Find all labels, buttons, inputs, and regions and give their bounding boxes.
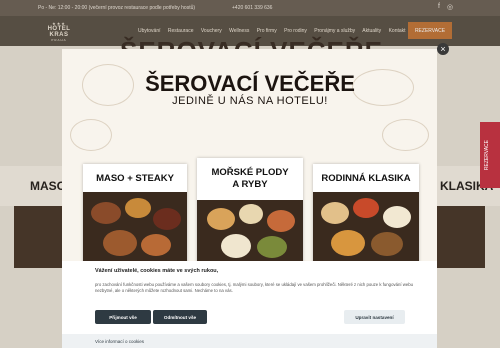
dish-shape <box>91 202 121 224</box>
dish-shape <box>331 230 365 256</box>
sketch-decoration <box>382 119 429 151</box>
card-title: RODINNÁ KLASIKA <box>321 173 411 184</box>
menu-card-meat[interactable]: MASO + STEAKY <box>83 164 187 264</box>
dish-shape <box>207 208 235 230</box>
card-food-image <box>197 200 303 264</box>
dish-shape <box>321 202 349 224</box>
cookie-title: Vážení uživatelé, cookies máte ve svých … <box>95 268 219 274</box>
side-tab-label: REZERVACE <box>484 140 490 171</box>
close-icon[interactable]: × <box>437 43 449 55</box>
card-title-line2: A RYBY <box>232 179 268 190</box>
dish-shape <box>353 198 379 218</box>
card-food-image <box>83 192 187 264</box>
reject-all-button[interactable]: Odmítnout vše <box>153 310 207 324</box>
dish-shape <box>221 234 251 258</box>
card-title: MOŘSKÉ PLODY <box>211 167 289 178</box>
dish-shape <box>239 204 263 224</box>
cookie-text: pro zachování funkčnosti webu používáme … <box>95 282 414 293</box>
dish-shape <box>153 208 181 230</box>
menu-card-family[interactable]: RODINNÁ KLASIKA <box>313 164 419 264</box>
popup-title: ŠEROVACÍ VEČEŘE <box>145 71 355 96</box>
side-reservation-tab[interactable]: REZERVACE <box>480 122 500 188</box>
cookie-settings-button[interactable]: Upravit nastavení <box>344 310 405 324</box>
dish-shape <box>125 198 151 218</box>
dish-shape <box>257 236 287 258</box>
dish-shape <box>141 234 171 256</box>
card-food-image <box>313 192 419 264</box>
cookie-info-link[interactable]: Více informací o cookies <box>95 339 144 344</box>
popup-subtitle: JEDINĚ U NÁS NA HOTELU! <box>172 95 328 107</box>
menu-card-seafood[interactable]: MOŘSKÉ PLODY A RYBY <box>197 158 303 264</box>
dish-shape <box>267 210 295 232</box>
sketch-decoration <box>70 119 112 151</box>
dish-shape <box>103 230 137 256</box>
dish-shape <box>371 232 403 256</box>
accept-all-button[interactable]: Přijmout vše <box>95 310 151 324</box>
dish-shape <box>383 206 411 228</box>
card-title: MASO + STEAKY <box>96 173 174 184</box>
